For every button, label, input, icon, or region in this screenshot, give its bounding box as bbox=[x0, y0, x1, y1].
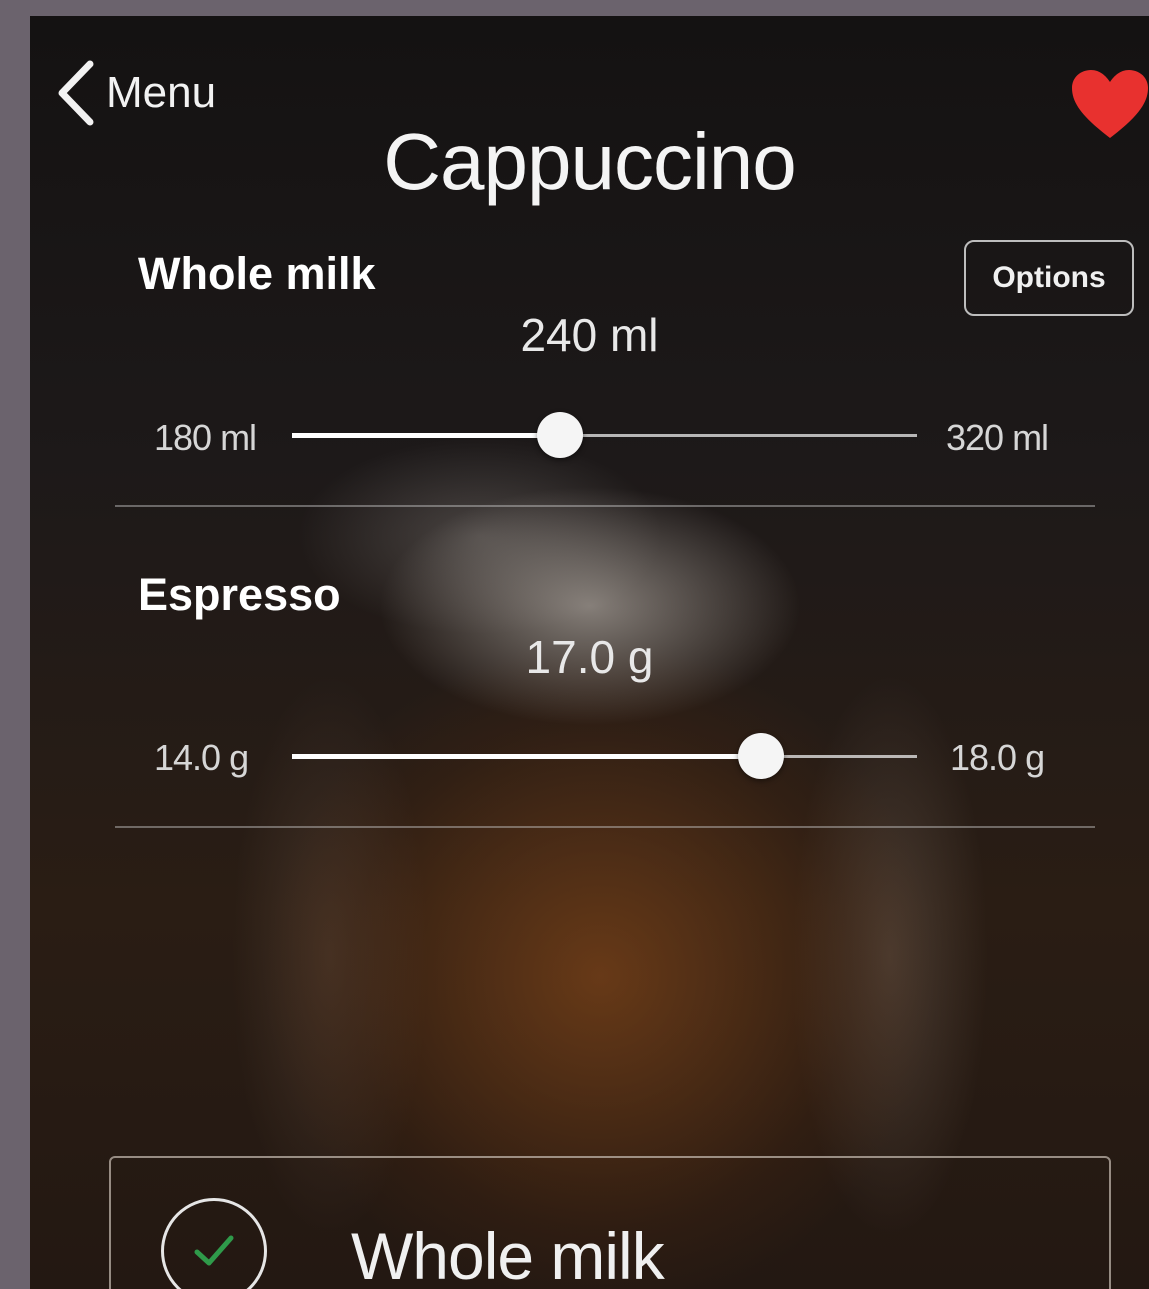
milk-slider-track[interactable] bbox=[292, 412, 917, 458]
espresso-min-label: 14.0 g bbox=[154, 737, 249, 778]
section-divider bbox=[115, 826, 1095, 828]
espresso-value: 17.0 g bbox=[525, 631, 654, 683]
page-title: Cappuccino bbox=[383, 117, 797, 206]
milk-slider-thumb[interactable] bbox=[536, 412, 583, 458]
options-button[interactable]: Options bbox=[964, 240, 1134, 316]
section-divider bbox=[115, 505, 1095, 507]
milk-min-label: 180 ml bbox=[154, 417, 257, 458]
milk-max-label: 320 ml bbox=[946, 417, 1049, 458]
milk-slider-fill bbox=[292, 433, 560, 438]
milk-type-option[interactable]: Whole milk bbox=[109, 1156, 1111, 1289]
espresso-slider-thumb[interactable] bbox=[737, 733, 784, 779]
milk-type-label: Whole milk bbox=[351, 1219, 665, 1289]
espresso-max-label: 18.0 g bbox=[950, 737, 1045, 778]
milk-section-label: Whole milk bbox=[138, 248, 376, 299]
favorite-heart-icon[interactable] bbox=[1070, 68, 1149, 140]
back-label: Menu bbox=[106, 68, 217, 117]
phone-screen: Menu Cappuccino Whole milk Options 240 m… bbox=[30, 16, 1149, 1289]
espresso-section-label: Espresso bbox=[138, 569, 341, 620]
selected-check-circle bbox=[161, 1198, 267, 1289]
checkmark-icon bbox=[194, 1235, 234, 1266]
milk-value: 240 ml bbox=[520, 309, 659, 361]
espresso-slider-track[interactable] bbox=[292, 733, 917, 779]
espresso-slider-fill bbox=[292, 754, 761, 759]
